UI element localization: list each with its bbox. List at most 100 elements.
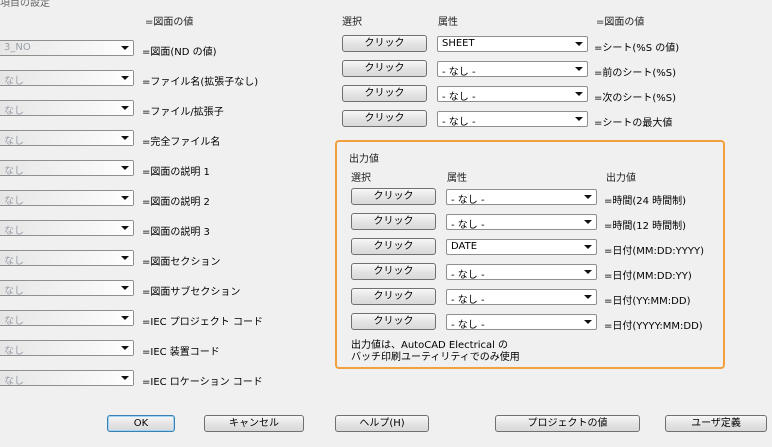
left-attribute-combo[interactable]: 3_NO [0,40,134,56]
cancel-button[interactable]: キャンセル [204,415,304,432]
chevron-down-icon[interactable] [581,216,595,228]
sheet-field-label: =シートの最大値 [594,118,673,129]
combo-value: - なし - [442,92,476,103]
sheet-header-select: 選択 [342,17,362,28]
dialog-title-fragment: 項目の設定 [0,0,50,9]
chevron-down-icon[interactable] [118,162,132,174]
combo-value: - なし - [451,295,485,306]
output-group-title: 出力値 [349,154,379,165]
output-click-button[interactable]: クリック [351,238,436,255]
sheet-field-label: =次のシート(%S) [594,93,677,104]
sheet-attribute-combo[interactable]: SHEET [437,36,588,52]
left-attribute-combo[interactable]: なし [0,280,134,297]
chevron-down-icon[interactable] [118,282,132,294]
chevron-down-icon[interactable] [118,372,132,384]
left-attribute-combo[interactable]: なし [0,370,134,387]
left-attribute-combo[interactable]: なし [0,100,134,117]
chevron-down-icon[interactable] [118,342,132,354]
chevron-down-icon[interactable] [572,88,586,100]
sheet-attribute-combo[interactable]: - なし - [437,61,588,78]
output-attribute-combo[interactable]: - なし - [446,264,597,281]
output-click-button[interactable]: クリック [351,288,436,305]
output-click-button[interactable]: クリック [351,188,436,205]
chevron-down-icon[interactable] [572,63,586,75]
chevron-down-icon[interactable] [581,316,595,328]
combo-value: なし [4,316,24,327]
left-attribute-combo[interactable]: なし [0,160,134,177]
chevron-down-icon[interactable] [118,102,132,114]
output-field-label: =日付(YYYY:MM:DD) [604,321,703,332]
chevron-down-icon[interactable] [118,222,132,234]
chevron-down-icon[interactable] [118,312,132,324]
chevron-down-icon[interactable] [118,252,132,264]
left-field-label: =ファイル名(拡張子なし) [142,77,259,88]
left-field-label: =図面セクション [142,257,221,268]
output-note-line2: バッチ印刷ユーティリティでのみ使用 [351,352,520,363]
output-attribute-combo[interactable]: - なし - [446,289,597,306]
chevron-down-icon[interactable] [118,42,132,54]
sheet-attribute-combo[interactable]: - なし - [437,111,588,128]
combo-value: なし [4,286,24,297]
combo-value: なし [4,166,24,177]
left-field-label: =IEC ロケーション コード [142,377,263,388]
left-field-label: =IEC プロジェクト コード [142,317,263,328]
sheet-click-button[interactable]: クリック [342,35,427,52]
chevron-down-icon[interactable] [581,241,595,253]
project-values-button[interactable]: プロジェクトの値 [495,415,640,432]
combo-value: SHEET [442,38,475,49]
output-click-button[interactable]: クリック [351,313,436,330]
output-field-label: =日付(MM:DD:YY) [604,271,692,282]
combo-value: - なし - [442,67,476,78]
sheet-header-value: =図面の値 [596,17,645,28]
chevron-down-icon[interactable] [118,72,132,84]
chevron-down-icon[interactable] [581,191,595,203]
chevron-down-icon[interactable] [118,192,132,204]
output-attribute-combo[interactable]: - なし - [446,214,597,231]
combo-value: なし [4,376,24,387]
output-header-select: 選択 [351,173,371,184]
sheet-attribute-combo[interactable]: - なし - [437,86,588,103]
sheet-click-button[interactable]: クリック [342,110,427,127]
output-attribute-combo[interactable]: DATE [446,239,597,255]
left-field-label: =図面サブセクション [142,287,241,298]
left-attribute-combo[interactable]: なし [0,190,134,207]
left-field-label: =図面の説明 1 [142,167,210,178]
left-attribute-combo[interactable]: なし [0,340,134,357]
chevron-down-icon[interactable] [581,266,595,278]
output-click-button[interactable]: クリック [351,263,436,280]
output-header-value: 出力値 [606,173,636,184]
combo-value: なし [4,226,24,237]
sheet-click-button[interactable]: クリック [342,85,427,102]
output-attribute-combo[interactable]: - なし - [446,314,597,331]
output-click-button[interactable]: クリック [351,213,436,230]
output-attribute-combo[interactable]: - なし - [446,189,597,206]
output-field-label: =日付(MM:DD:YYYY) [604,246,705,257]
left-field-label: =ファイル/拡張子 [142,107,224,118]
sheet-field-label: =前のシート(%S) [594,68,677,79]
combo-value: DATE [451,241,478,252]
chevron-down-icon[interactable] [581,291,595,303]
sheet-click-button[interactable]: クリック [342,60,427,77]
ok-button[interactable]: OK [107,415,175,432]
combo-value: なし [4,196,24,207]
left-field-label: =図面の説明 3 [142,227,210,238]
chevron-down-icon[interactable] [572,113,586,125]
left-field-label: =図面の説明 2 [142,197,210,208]
left-attribute-combo[interactable]: なし [0,130,134,147]
combo-value: なし [4,256,24,267]
left-field-label: =図面(ND の値) [142,47,217,58]
sheet-field-label: =シート(%S の値) [594,43,680,54]
left-attribute-combo[interactable]: なし [0,70,134,87]
left-attribute-combo[interactable]: なし [0,310,134,327]
chevron-down-icon[interactable] [572,38,586,50]
left-attribute-combo[interactable]: なし [0,220,134,237]
combo-value: なし [4,136,24,147]
sheet-header-attribute: 属性 [438,17,458,28]
user-defined-button[interactable]: ユーザ定義 [665,415,767,432]
left-field-label: =完全ファイル名 [142,137,221,148]
combo-value: なし [4,76,24,87]
left-attribute-combo[interactable]: なし [0,250,134,267]
help-button[interactable]: ヘルプ(H) [335,415,429,432]
left-header-value: =図面の値 [145,17,194,28]
chevron-down-icon[interactable] [118,132,132,144]
